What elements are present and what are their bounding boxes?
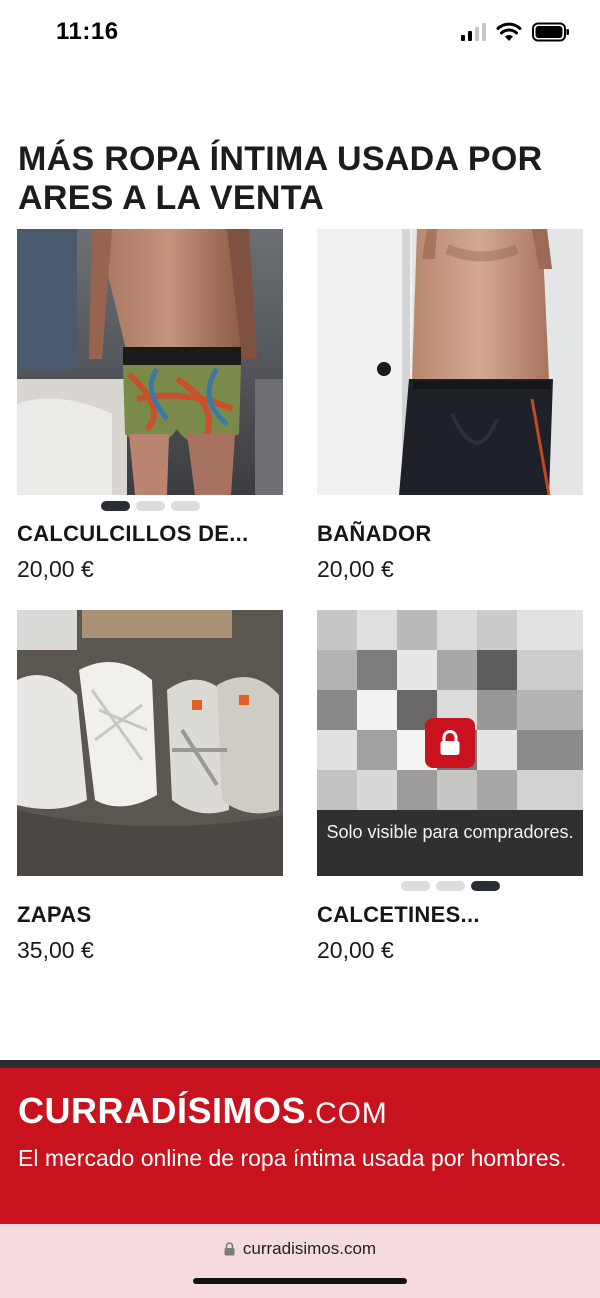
- status-icons: [461, 22, 570, 42]
- product-title[interactable]: CALCETINES...: [317, 902, 480, 928]
- cellular-signal-icon: [461, 23, 486, 41]
- lock-icon: [224, 1242, 235, 1256]
- product-card-locked[interactable]: Solo visible para compradores. CALCETINE…: [317, 610, 583, 963]
- product-card[interactable]: ZAPAS 35,00 €: [17, 610, 283, 963]
- carousel-dot[interactable]: [471, 881, 500, 891]
- product-price: 20,00 €: [317, 556, 394, 582]
- product-title[interactable]: BAÑADOR: [317, 521, 432, 547]
- lock-icon: [440, 730, 460, 755]
- product-price: 20,00 €: [17, 556, 94, 582]
- wifi-icon: [496, 22, 522, 41]
- battery-icon: [532, 22, 569, 42]
- locked-caption: Solo visible para compradores.: [317, 810, 583, 876]
- brand-logo[interactable]: CURRADÍSIMOS.COM: [18, 1090, 582, 1135]
- carousel-dot[interactable]: [436, 881, 465, 891]
- image-carousel-dots: [101, 501, 200, 511]
- product-price: 20,00 €: [317, 937, 394, 963]
- carousel-dot[interactable]: [136, 501, 165, 511]
- brand-name: CURRADÍSIMOS: [18, 1090, 307, 1131]
- product-image[interactable]: [17, 610, 283, 876]
- carousel-dot[interactable]: [171, 501, 200, 511]
- footer-divider: [0, 1060, 600, 1068]
- carousel-dot[interactable]: [401, 881, 430, 891]
- url-text[interactable]: curradisimos.com: [243, 1239, 376, 1259]
- product-image[interactable]: [17, 229, 283, 495]
- carousel-dot[interactable]: [101, 501, 130, 511]
- status-bar: 11:16: [0, 0, 600, 70]
- product-image-blurred[interactable]: Solo visible para compradores.: [317, 610, 583, 876]
- brand-tagline: El mercado online de ropa íntima usada p…: [18, 1145, 567, 1171]
- product-card[interactable]: CALCULCILLOS DE... 20,00 €: [17, 229, 283, 582]
- home-indicator[interactable]: [193, 1278, 407, 1284]
- image-carousel-dots: [401, 881, 500, 891]
- site-footer: CURRADÍSIMOS.COM El mercado online de ro…: [0, 1068, 600, 1224]
- product-title[interactable]: ZAPAS: [17, 902, 91, 928]
- status-time: 11:16: [56, 18, 119, 45]
- product-card[interactable]: BAÑADOR 20,00 €: [317, 229, 583, 582]
- brand-tld: .COM: [306, 1097, 388, 1130]
- product-title[interactable]: CALCULCILLOS DE...: [17, 521, 249, 547]
- lock-badge: [425, 718, 475, 768]
- product-image[interactable]: [317, 229, 583, 495]
- section-title: MÁS ROPA ÍNTIMA USADA POR ARES A LA VENT…: [18, 140, 543, 217]
- browser-address-bar[interactable]: curradisimos.com: [0, 1224, 600, 1298]
- product-price: 35,00 €: [17, 937, 94, 963]
